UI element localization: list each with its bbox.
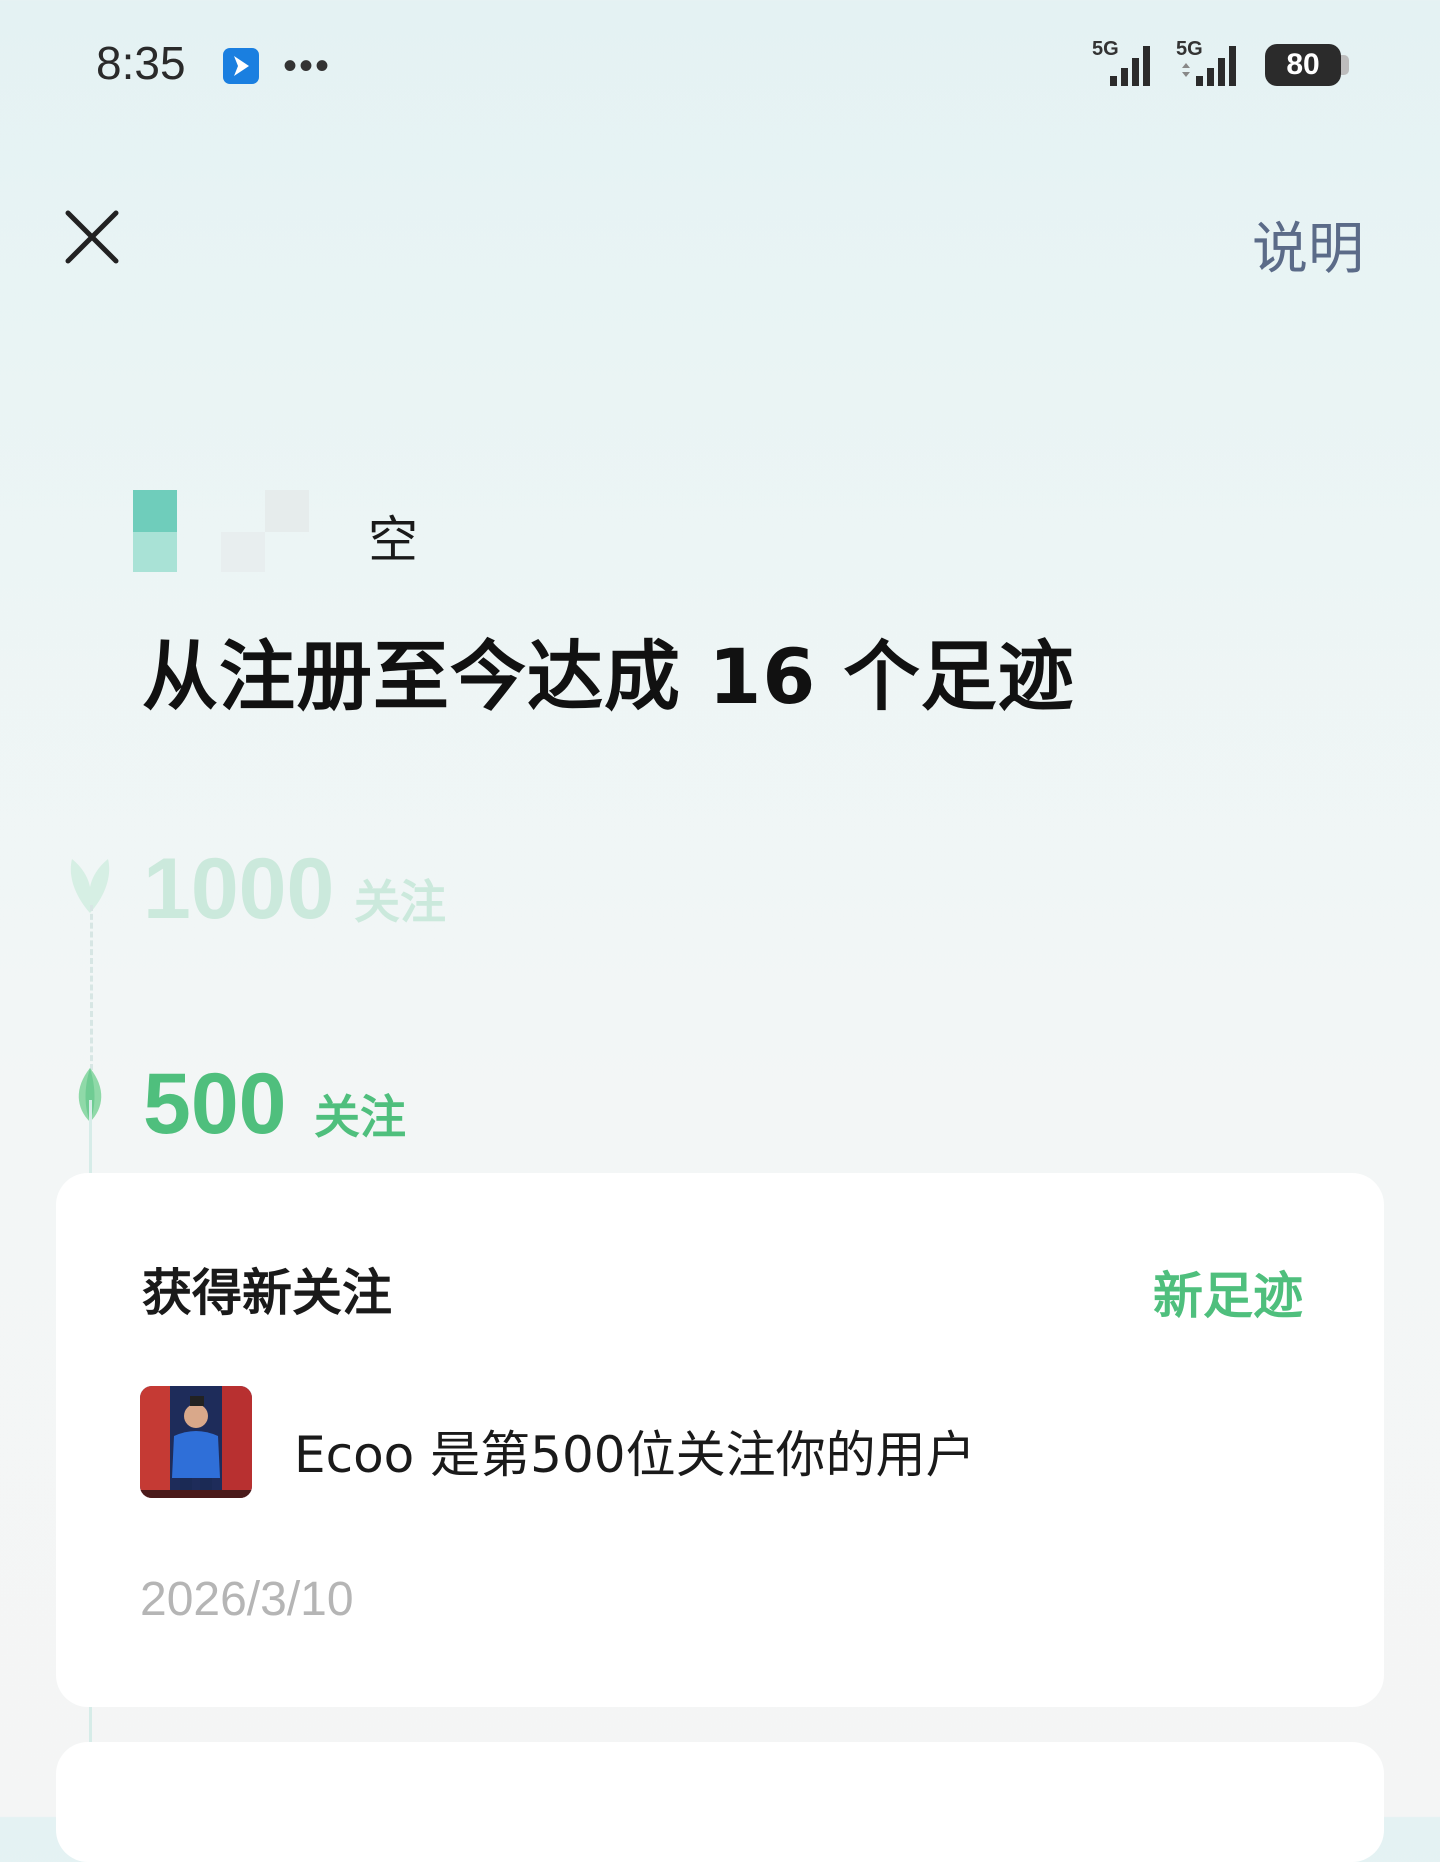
headline: 从注册至今达成 16 个足迹 bbox=[142, 632, 1075, 721]
follow-message: Ecoo 是第500位关注你的用户 bbox=[294, 1426, 976, 1484]
milestone-unit: 关注 bbox=[354, 875, 446, 929]
follower-avatar[interactable] bbox=[140, 1386, 252, 1498]
milestone-number: 500 bbox=[143, 1056, 287, 1152]
timeline-dashed-line bbox=[90, 905, 93, 1070]
status-time: 8:35 bbox=[96, 37, 186, 89]
battery-indicator: 80 bbox=[1265, 44, 1341, 86]
card-title: 获得新关注 bbox=[142, 1264, 392, 1322]
user-name: 空 bbox=[368, 511, 418, 569]
close-icon bbox=[65, 210, 119, 264]
app-notification-icon bbox=[223, 48, 259, 84]
card-date: 2026/3/10 bbox=[140, 1573, 354, 1626]
close-button[interactable] bbox=[60, 205, 124, 269]
milestone-number: 1000 bbox=[143, 841, 335, 937]
signal-sim2-icon: 5G bbox=[1176, 38, 1252, 88]
battery-tip bbox=[1341, 55, 1349, 75]
new-footprint-badge: 新足迹 bbox=[1153, 1267, 1303, 1325]
next-footprint-card[interactable] bbox=[56, 1742, 1384, 1862]
milestone-unit: 关注 bbox=[314, 1090, 406, 1144]
signal-sim1-icon: 5G bbox=[1092, 38, 1162, 88]
explain-link[interactable]: 说明 bbox=[1252, 204, 1364, 285]
more-notifications-icon: ••• bbox=[283, 44, 332, 88]
